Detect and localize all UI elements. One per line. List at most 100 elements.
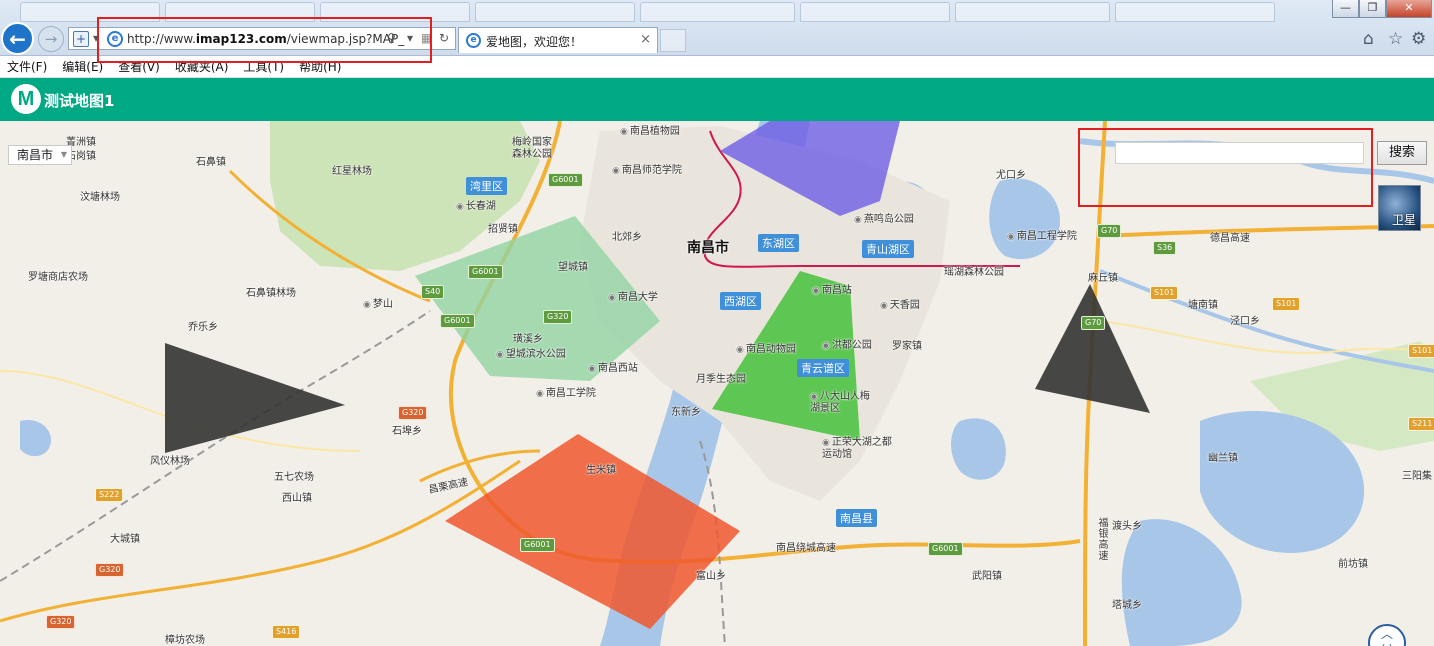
road-shield: S36 xyxy=(1153,241,1177,255)
district-label[interactable]: 东湖区 xyxy=(758,234,799,252)
home-icon[interactable]: ⌂ xyxy=(1363,29,1374,49)
place-label: 渡头乡 xyxy=(1112,521,1142,532)
road-shield: G6001 xyxy=(440,314,475,328)
satellite-toggle-button[interactable]: 卫星 xyxy=(1378,185,1421,231)
background-tab[interactable] xyxy=(640,2,795,22)
place-label: 尤口乡 xyxy=(996,170,1026,181)
settings-gear-icon[interactable]: ⚙ xyxy=(1411,29,1426,49)
ie-favicon-icon: e xyxy=(466,33,481,48)
poi-label: 南昌动物园 xyxy=(736,340,796,355)
road-shield: S40 xyxy=(421,285,445,299)
district-label[interactable]: 青云谱区 xyxy=(797,359,849,377)
dropdown-arrow-icon[interactable]: ▾ xyxy=(407,31,413,45)
url-text[interactable]: http://www.imap123.com/viewmap.jsp?MAP_ xyxy=(127,32,404,46)
ie-favicon-icon: e xyxy=(107,31,123,47)
browser-chrome: — ❐ ✕ ← → + ▾ e http://www.imap123.com/v… xyxy=(0,0,1434,56)
place-label: 罗家镇 xyxy=(892,341,922,352)
map-canvas[interactable]: 菁洲镇 石岗镇 石鼻镇 汶塘林场 红星林场 梅岭国家森林公园 长春湖 招贤镇 南… xyxy=(0,121,1434,646)
poi-label: 南昌工程学院 xyxy=(1007,227,1077,242)
favorites-star-icon[interactable]: ☆ xyxy=(1388,29,1403,49)
place-label: 生米镇 xyxy=(586,465,616,476)
menu-view[interactable]: 查看(V) xyxy=(118,56,160,77)
background-tab[interactable] xyxy=(1115,2,1275,22)
poi-label: 长春湖 xyxy=(456,197,496,212)
chevron-down-icon: ▼ xyxy=(60,150,67,159)
place-label: 大城镇 xyxy=(110,534,140,545)
place-label: 塘南镇 xyxy=(1188,300,1218,311)
menu-file[interactable]: 文件(F) xyxy=(7,56,47,77)
poi-label: 燕鸣岛公园 xyxy=(854,210,914,225)
menu-favorites[interactable]: 收藏夹(A) xyxy=(175,56,229,77)
place-label: 武阳镇 xyxy=(972,571,1002,582)
road-shield: G320 xyxy=(95,563,125,577)
place-label: 富山乡 xyxy=(696,571,726,582)
poi-label: 月季生态园 xyxy=(696,374,746,385)
district-label[interactable]: 南昌县 xyxy=(836,509,877,527)
overlay-black-triangle xyxy=(1035,284,1150,413)
address-bar[interactable]: + ▾ e http://www.imap123.com/viewmap.jsp… xyxy=(68,27,456,50)
poi-label: 瑶湖森林公园 xyxy=(944,267,1004,278)
road-shield: S101 xyxy=(1408,344,1434,358)
poi-label: 正荣大湖之都运动馆 xyxy=(822,437,898,461)
refresh-icon[interactable]: ↻ xyxy=(439,31,449,45)
maximize-button[interactable]: ❐ xyxy=(1359,0,1386,18)
lake xyxy=(20,420,51,457)
search-icon[interactable]: ⚲ xyxy=(387,31,396,45)
poi-label: 梦山 xyxy=(363,295,393,310)
city-label: 南昌市 xyxy=(687,240,729,256)
road-name-label: 德昌高速 xyxy=(1210,233,1250,244)
menu-tools[interactable]: 工具(T) xyxy=(243,56,284,77)
minimize-button[interactable]: — xyxy=(1332,0,1359,18)
place-label: 前坊镇 xyxy=(1338,559,1368,570)
road-name-label: 南昌绕城高速 xyxy=(776,543,836,554)
poi-label: 南昌西站 xyxy=(588,359,638,374)
tab-close-icon[interactable]: × xyxy=(640,32,651,47)
road-shield: G70 xyxy=(1097,224,1122,238)
background-tab[interactable] xyxy=(800,2,950,22)
road-shield: G6001 xyxy=(520,538,555,552)
place-label: 罗塘商店农场 xyxy=(28,272,88,283)
road-shield: G6001 xyxy=(468,265,503,279)
place-label: 樟坊农场 xyxy=(165,635,205,646)
road-shield: S222 xyxy=(95,488,124,502)
compat-view-icon[interactable]: ▦ xyxy=(421,31,432,45)
map-search-input[interactable] xyxy=(1115,142,1364,164)
place-label: 红星林场 xyxy=(332,166,372,177)
district-label[interactable]: 湾里区 xyxy=(466,177,507,195)
poi-label: 天香园 xyxy=(880,296,920,311)
active-tab[interactable]: e 爱地图，欢迎您！ × xyxy=(458,27,658,53)
poi-label: 南昌大学 xyxy=(608,288,658,303)
place-label: 石鼻镇林场 xyxy=(246,288,296,299)
road-shield: G6001 xyxy=(548,173,583,187)
district-label[interactable]: 青山湖区 xyxy=(862,240,914,258)
background-tab[interactable] xyxy=(475,2,635,22)
place-label: 汶塘林场 xyxy=(80,192,120,203)
satellite-label: 卫星 xyxy=(1391,213,1416,227)
back-arrow-icon: ← xyxy=(9,26,26,51)
background-tab[interactable] xyxy=(320,2,470,22)
place-label: 乔乐乡 xyxy=(188,322,218,333)
overlay-black-triangle xyxy=(165,343,345,453)
district-label[interactable]: 西湖区 xyxy=(720,292,761,310)
background-tab[interactable] xyxy=(955,2,1110,22)
forward-button[interactable]: → xyxy=(38,26,64,52)
road-name-label: 福银高速 xyxy=(1096,517,1107,561)
road-shield: S101 xyxy=(1150,286,1179,300)
menu-help[interactable]: 帮助(H) xyxy=(299,56,341,77)
poi-label: 南昌站 xyxy=(812,281,852,296)
menu-edit[interactable]: 编辑(E) xyxy=(62,56,103,77)
city-select[interactable]: 南昌市 ▼ xyxy=(8,145,72,165)
back-button[interactable]: ← xyxy=(1,22,34,55)
search-button[interactable]: 搜索 xyxy=(1377,141,1427,165)
place-label: 幽兰镇 xyxy=(1208,453,1238,464)
window-close-button[interactable]: ✕ xyxy=(1386,0,1432,18)
new-tab-button[interactable] xyxy=(660,29,686,52)
road-shield: G320 xyxy=(46,615,76,629)
place-label: 招贤镇 xyxy=(488,224,518,235)
background-tab[interactable] xyxy=(20,2,160,22)
background-tab[interactable] xyxy=(165,2,315,22)
place-label: 望城镇 xyxy=(558,262,588,273)
place-label: 风仪林场 xyxy=(150,456,190,467)
dropdown-arrow-icon[interactable]: ▾ xyxy=(93,31,99,45)
map-title: 测试地图1 xyxy=(44,92,115,110)
